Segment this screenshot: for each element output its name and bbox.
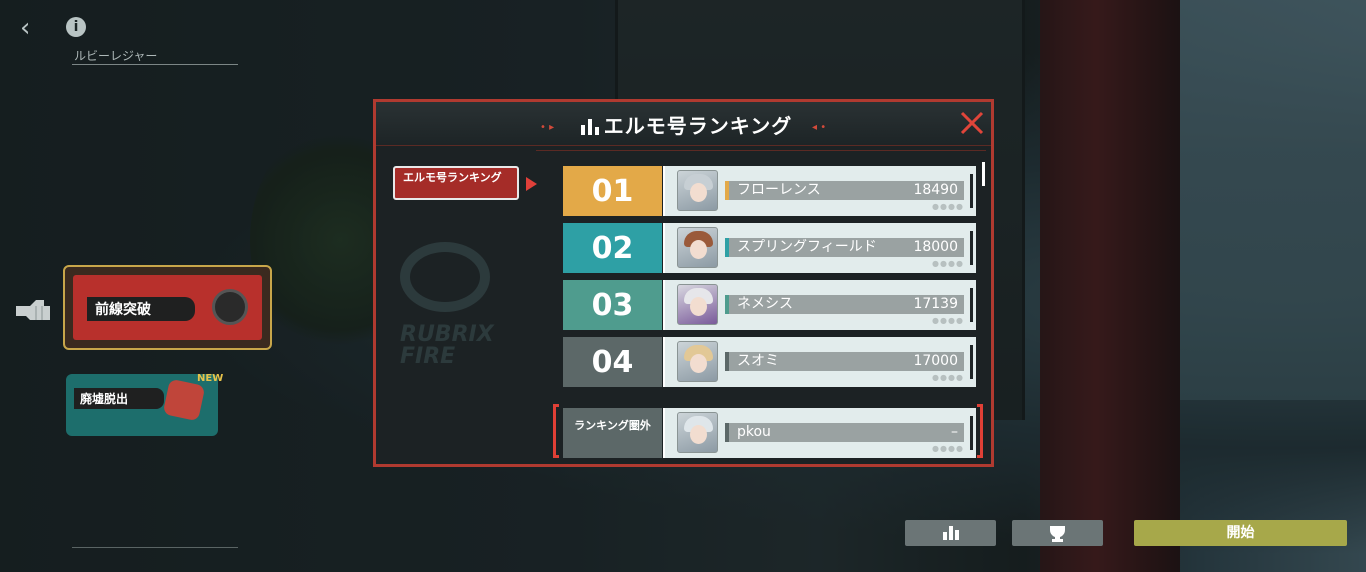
divider xyxy=(72,547,238,548)
player-info: pkou – ●●●● xyxy=(663,408,976,458)
player-name-bar: フローレンス 18490 xyxy=(725,181,964,200)
rank-number: 04 xyxy=(563,337,662,387)
player-name-bar: スオミ 17000 xyxy=(725,352,964,371)
decoration-dots: ●●●● xyxy=(932,259,964,268)
bar-chart-icon xyxy=(580,119,599,135)
info-icon[interactable]: i xyxy=(66,17,86,37)
game-card-ruins-escape[interactable]: 廃墟脱出 xyxy=(66,374,218,436)
header-decoration: ◂ • xyxy=(812,122,827,133)
rubrix-fire-logo: RUBRIX FIRE xyxy=(400,242,530,382)
modal-title: エルモ号ランキング xyxy=(576,110,796,139)
avatar xyxy=(677,170,718,211)
mecha-icon xyxy=(162,378,206,422)
player-info: フローレンス 18490 ●●●● xyxy=(663,166,976,216)
divider xyxy=(536,150,986,151)
avatar xyxy=(677,227,718,268)
player-score: – xyxy=(951,424,958,440)
player-name: スプリングフィールド xyxy=(737,239,877,255)
player-name: pkou xyxy=(737,424,771,440)
player-score: 18000 xyxy=(913,239,958,255)
player-name: フローレンス xyxy=(737,182,821,198)
robot-icon xyxy=(212,289,248,325)
start-button[interactable]: 開始 xyxy=(1134,520,1347,546)
player-score: 17000 xyxy=(913,353,958,369)
decoration-dots: ●●●● xyxy=(932,373,964,382)
row-edge xyxy=(970,288,973,322)
player-name-bar: pkou – xyxy=(725,423,964,442)
ranking-modal: • ▸ エルモ号ランキング ◂ • エルモ号ランキング RUBRIX FIRE 0… xyxy=(373,99,994,467)
scrollbar[interactable] xyxy=(982,162,985,186)
chevron-left-icon[interactable]: ‹ xyxy=(20,14,44,42)
close-x-icon[interactable] xyxy=(959,110,985,136)
pointing-hand-icon xyxy=(16,300,50,320)
self-ranking-row: ランキング圏外 pkou – ●●●● xyxy=(563,408,976,458)
ranking-row: 03 ネメシス 17139 ●●●● xyxy=(563,280,976,330)
self-rank-label: ランキング圏外 xyxy=(563,408,662,458)
ranking-row: 04 スオミ 17000 ●●●● xyxy=(563,337,976,387)
modal-header: • ▸ エルモ号ランキング ◂ • xyxy=(376,102,991,146)
avatar xyxy=(677,341,718,382)
row-edge xyxy=(970,174,973,208)
avatar xyxy=(677,412,718,453)
rank-number: 01 xyxy=(563,166,662,216)
player-score: 17139 xyxy=(913,296,958,312)
player-name-bar: スプリングフィールド 18000 xyxy=(725,238,964,257)
tab-elmo-ranking[interactable]: エルモ号ランキング xyxy=(393,166,519,200)
decoration-dots: ●●●● xyxy=(932,202,964,211)
game-card-frontline[interactable]: 前線突破 xyxy=(63,265,272,350)
player-info: スオミ 17000 ●●●● xyxy=(663,337,976,387)
ranking-button[interactable] xyxy=(905,520,996,546)
decoration-dots: ●●●● xyxy=(932,316,964,325)
player-info: スプリングフィールド 18000 ●●●● xyxy=(663,223,976,273)
rank-number: 02 xyxy=(563,223,662,273)
rank-number: 03 xyxy=(563,280,662,330)
location-label: ルビーレジャー xyxy=(74,49,158,63)
row-edge xyxy=(970,345,973,379)
divider xyxy=(72,64,238,65)
game-title: 廃墟脱出 xyxy=(74,388,164,409)
ranking-row: 01 フローレンス 18490 ●●●● xyxy=(563,166,976,216)
ranking-row: 02 スプリングフィールド 18000 ●●●● xyxy=(563,223,976,273)
trophy-icon xyxy=(1050,526,1065,542)
player-name: ネメシス xyxy=(737,296,793,312)
self-row-bracket-right xyxy=(977,404,983,458)
row-edge xyxy=(970,231,973,265)
header-decoration: • ▸ xyxy=(540,122,555,133)
player-score: 18490 xyxy=(913,182,958,198)
achievements-button[interactable] xyxy=(1012,520,1103,546)
game-title: 前線突破 xyxy=(87,297,195,321)
row-edge xyxy=(970,416,973,450)
player-name-bar: ネメシス 17139 xyxy=(725,295,964,314)
avatar xyxy=(677,284,718,325)
player-name: スオミ xyxy=(737,353,779,369)
player-info: ネメシス 17139 ●●●● xyxy=(663,280,976,330)
modal-title-text: エルモ号ランキング xyxy=(603,114,793,138)
self-row-bracket-left xyxy=(553,404,559,458)
new-badge: NEW xyxy=(197,373,224,384)
ranking-list[interactable]: 01 フローレンス 18490 ●●●● 02 スプリングフィールド 18000 ●… xyxy=(563,166,976,458)
bar-chart-icon xyxy=(943,526,959,540)
selected-arrow-icon xyxy=(526,177,537,191)
decoration-dots: ●●●● xyxy=(932,444,964,453)
